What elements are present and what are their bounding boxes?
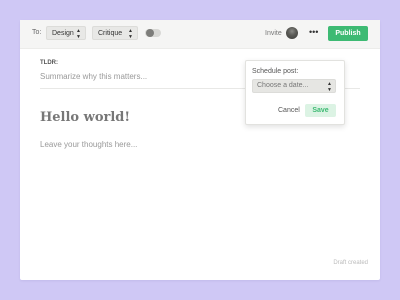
- schedule-label: Schedule post:: [252, 68, 299, 75]
- select-arrows-icon: ▲ ▼: [128, 28, 133, 40]
- category-select[interactable]: Design ▲ ▼: [46, 26, 86, 40]
- editor-card: To: Design ▲ ▼ Critique ▲ ▼ Invite ••• Pub…: [20, 20, 380, 280]
- type-select-value: Critique: [98, 30, 123, 37]
- summary-input[interactable]: Summarize why this matters...: [40, 72, 147, 81]
- tldr-label: TLDR:: [40, 60, 58, 66]
- invite-link[interactable]: Invite: [265, 30, 282, 37]
- visibility-toggle[interactable]: [145, 29, 161, 37]
- draft-status: Draft created: [333, 260, 368, 266]
- to-label: To:: [32, 29, 42, 36]
- type-select[interactable]: Critique ▲ ▼: [92, 26, 138, 40]
- select-arrows-icon: ▲ ▼: [76, 28, 81, 40]
- category-select-value: Design: [52, 30, 74, 37]
- avatar[interactable]: [286, 27, 298, 39]
- post-title[interactable]: Hello world!: [40, 110, 130, 125]
- toolbar: To: Design ▲ ▼ Critique ▲ ▼ Invite ••• Pub…: [20, 20, 380, 49]
- toggle-knob: [146, 29, 154, 37]
- date-select[interactable]: Choose a date... ▲ ▼: [252, 79, 336, 93]
- date-select-value: Choose a date...: [257, 82, 309, 89]
- select-arrows-icon: ▲ ▼: [327, 81, 332, 93]
- cancel-button[interactable]: Cancel: [278, 107, 300, 114]
- post-body-input[interactable]: Leave your thoughts here...: [40, 140, 137, 149]
- schedule-popover: Schedule post: Choose a date... ▲ ▼ Cance…: [245, 60, 345, 125]
- publish-button[interactable]: Publish: [328, 26, 368, 41]
- save-button[interactable]: Save: [305, 104, 336, 117]
- more-horizontal-icon[interactable]: •••: [309, 27, 318, 37]
